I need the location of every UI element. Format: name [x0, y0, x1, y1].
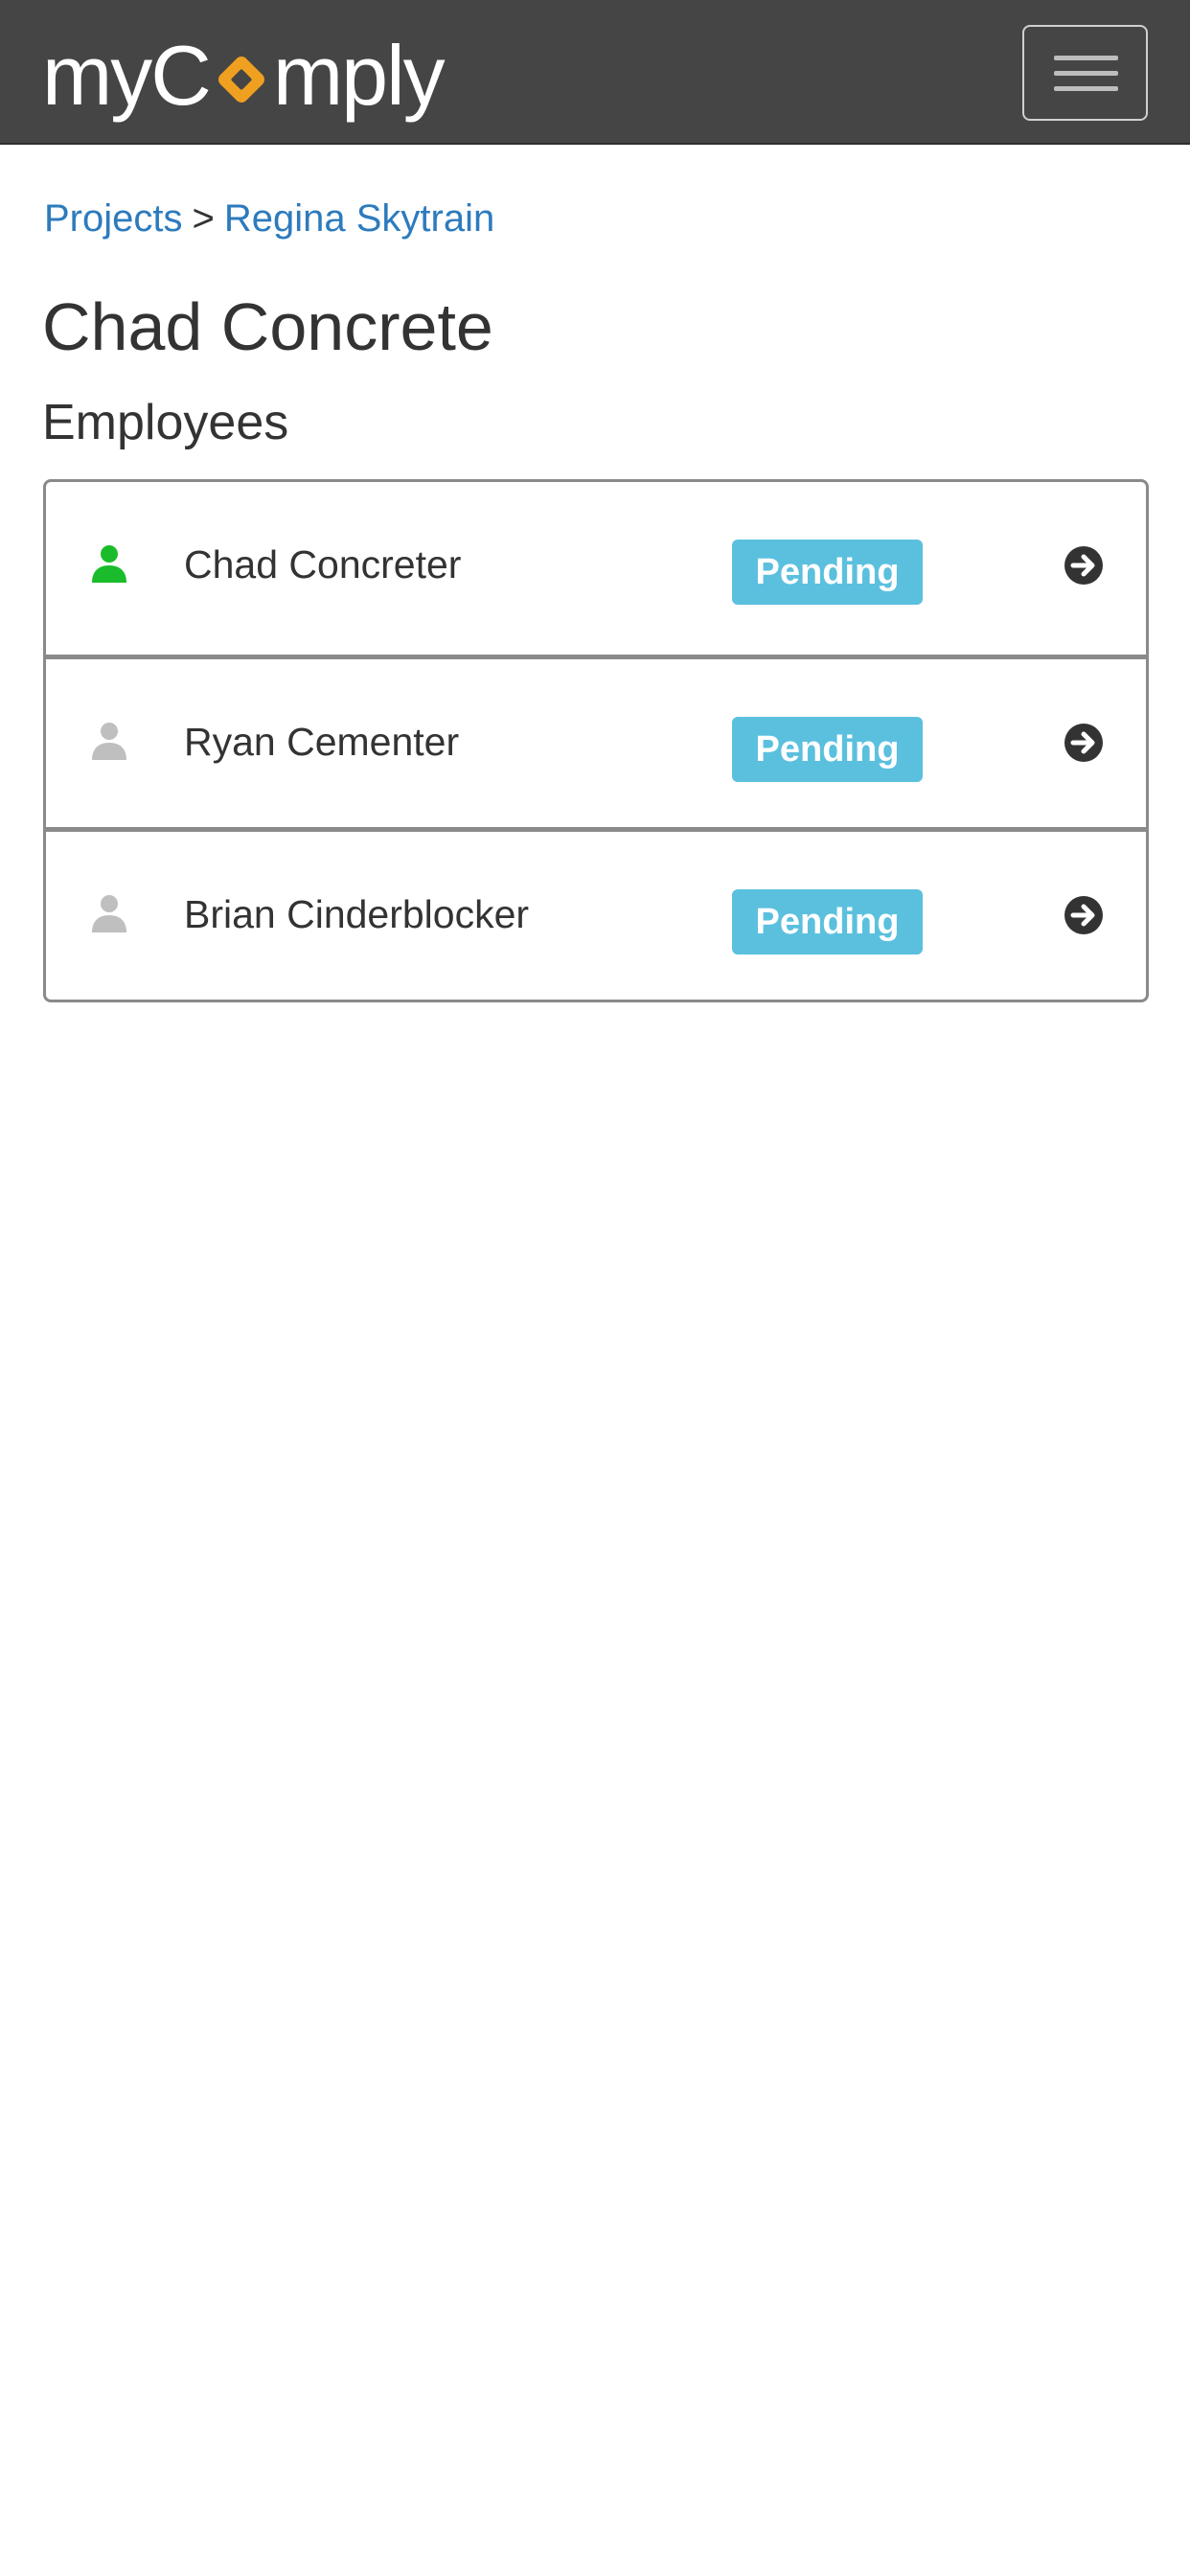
page-title: Chad Concrete: [42, 289, 493, 364]
breadcrumb-link-project[interactable]: Regina Skytrain: [224, 197, 494, 240]
hamburger-menu-icon-bar: [1054, 86, 1118, 91]
breadcrumb-separator: >: [192, 197, 215, 240]
employee-row[interactable]: Chad Concreter Pending: [46, 482, 1146, 655]
mycomply-logo[interactable]: myC mply: [42, 23, 446, 128]
employee-row[interactable]: Ryan Cementer Pending: [46, 655, 1146, 827]
top-navbar: myC mply: [0, 0, 1190, 145]
person-icon: [92, 545, 126, 583]
breadcrumb-link-projects[interactable]: Projects: [44, 197, 183, 240]
logo-text-start: myC: [42, 28, 212, 123]
breadcrumb: Projects > Regina Skytrain: [44, 192, 494, 245]
section-title-employees: Employees: [42, 395, 289, 450]
hamburger-menu-icon: [1054, 56, 1118, 60]
hamburger-menu-button[interactable]: [1022, 25, 1148, 121]
person-icon: [92, 895, 126, 932]
logo-text-end: mply: [272, 28, 446, 123]
logo-diamond-icon: [217, 57, 264, 103]
employee-name: Chad Concreter: [184, 542, 462, 586]
arrow-circle-right-icon[interactable]: [1064, 895, 1104, 935]
status-badge: Pending: [732, 540, 923, 605]
employee-name: Ryan Cementer: [184, 720, 460, 764]
employee-name: Brian Cinderblocker: [184, 892, 530, 936]
employee-list: Chad Concreter Pending Ryan Cementer Pen…: [43, 479, 1149, 1002]
arrow-circle-right-icon[interactable]: [1064, 723, 1104, 763]
hamburger-menu-icon-bar: [1054, 71, 1118, 76]
person-icon: [92, 723, 126, 760]
arrow-circle-right-icon[interactable]: [1064, 545, 1104, 586]
status-badge: Pending: [732, 717, 923, 782]
status-badge: Pending: [732, 889, 923, 954]
employee-row[interactable]: Brian Cinderblocker Pending: [46, 827, 1146, 1000]
